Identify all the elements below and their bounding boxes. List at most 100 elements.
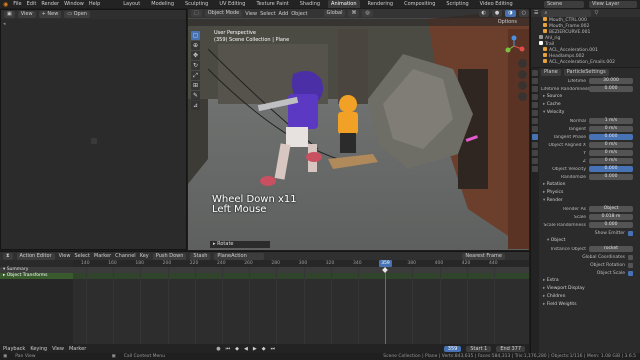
zoom-icon[interactable] bbox=[518, 59, 527, 68]
object-tab-icon[interactable] bbox=[532, 118, 538, 124]
particles-tab-icon[interactable] bbox=[532, 134, 538, 140]
physics-tab-icon[interactable] bbox=[532, 142, 538, 148]
workspace-tab-layout[interactable]: Layout bbox=[120, 0, 143, 8]
playhead-frame-label[interactable]: 359 bbox=[379, 260, 392, 267]
particle-settings-field[interactable]: ParticleSettings bbox=[563, 69, 609, 76]
menu-help[interactable]: Help bbox=[89, 1, 100, 7]
snap-icon[interactable]: ⌘ bbox=[348, 10, 360, 17]
open-image-button[interactable]: ▭ Open bbox=[64, 11, 90, 18]
add-menu[interactable]: Add bbox=[279, 11, 289, 17]
pan-icon[interactable] bbox=[518, 70, 527, 79]
channel-menu[interactable]: Channel bbox=[115, 253, 136, 259]
marker-menu[interactable]: Marker bbox=[94, 253, 111, 259]
constraints-tab-icon[interactable] bbox=[532, 150, 538, 156]
shading-material-icon[interactable]: ◑ bbox=[505, 10, 516, 17]
transform-orientation-dropdown[interactable]: Global bbox=[323, 10, 346, 17]
section-viewport-display[interactable]: Viewport Display bbox=[541, 285, 640, 293]
section-object[interactable]: Object bbox=[541, 237, 640, 245]
render-tab-icon[interactable] bbox=[532, 78, 538, 84]
camera-icon[interactable] bbox=[518, 81, 527, 90]
tool-tab-icon[interactable] bbox=[532, 70, 538, 76]
material-tab-icon[interactable] bbox=[532, 166, 538, 172]
cursor-icon[interactable]: ⊕ bbox=[191, 41, 200, 50]
end-frame-field[interactable]: End 377 bbox=[496, 345, 525, 352]
filter-icon[interactable]: ▽ bbox=[594, 10, 598, 16]
workspace-tab-sculpting[interactable]: Sculpting bbox=[182, 0, 211, 8]
menu-file[interactable]: File bbox=[13, 1, 21, 7]
navigation-gizmo[interactable] bbox=[503, 35, 525, 57]
section-source[interactable]: Source bbox=[541, 93, 640, 101]
workspace-tab-modeling[interactable]: Modeling bbox=[148, 0, 177, 8]
editor-type-icon[interactable]: ☰ bbox=[534, 10, 538, 16]
workspace-tab-shading[interactable]: Shading bbox=[297, 0, 323, 8]
data-tab-icon[interactable] bbox=[532, 158, 538, 164]
section-velocity[interactable]: Velocity bbox=[541, 109, 640, 117]
section-extra[interactable]: Extra bbox=[541, 277, 640, 285]
outliner-search-input[interactable]: ⌕ bbox=[541, 9, 592, 17]
view-menu[interactable]: View bbox=[245, 11, 257, 17]
workspace-tab-video-editing[interactable]: Video Editing bbox=[477, 0, 516, 8]
velocity-field[interactable]: 0 m/s bbox=[589, 158, 633, 164]
workspace-tab-animation[interactable]: Animation bbox=[328, 0, 360, 8]
global-coordinates-checkbox[interactable] bbox=[628, 254, 633, 260]
velocity-field[interactable]: 0.000 bbox=[589, 166, 633, 172]
scale-field[interactable]: 0.018 m bbox=[589, 214, 633, 220]
menu-render[interactable]: Render bbox=[41, 1, 59, 7]
section-children[interactable]: Children bbox=[541, 293, 640, 301]
keying-menu[interactable]: Keying bbox=[30, 346, 47, 352]
outliner-item[interactable]: ACL_Acceleration_Emails.002 bbox=[531, 59, 640, 65]
menu-edit[interactable]: Edit bbox=[27, 1, 37, 7]
workspace-tab-compositing[interactable]: Compositing bbox=[401, 0, 438, 8]
world-tab-icon[interactable] bbox=[532, 110, 538, 116]
view-menu[interactable]: View bbox=[52, 346, 64, 352]
visibility-icon[interactable]: ◐ bbox=[478, 10, 489, 17]
move-icon[interactable]: ✥ bbox=[191, 51, 200, 60]
jump-start-icon[interactable]: ⏮ bbox=[226, 346, 231, 352]
key-menu[interactable]: Key bbox=[140, 253, 149, 259]
select-box-icon[interactable]: ▢ bbox=[191, 31, 200, 40]
options-dropdown[interactable]: Options bbox=[498, 19, 517, 25]
blender-logo-icon[interactable]: ◉ bbox=[3, 1, 8, 8]
play-reverse-icon[interactable]: ◀ bbox=[244, 346, 248, 352]
mode-dropdown[interactable]: Action Editor bbox=[16, 252, 55, 260]
show-emitter-checkbox[interactable] bbox=[628, 230, 633, 236]
transform-icon[interactable]: ⊞ bbox=[191, 81, 200, 90]
marker-menu[interactable]: Marker bbox=[69, 346, 86, 352]
snapping-dropdown[interactable]: Nearest Frame bbox=[462, 252, 505, 260]
velocity-field[interactable]: 0 m/s bbox=[589, 150, 633, 156]
velocity-field[interactable]: 0 m/s bbox=[589, 126, 633, 132]
record-icon[interactable]: ● bbox=[216, 346, 220, 352]
play-icon[interactable]: ▶ bbox=[253, 346, 257, 352]
editor-type-icon[interactable]: ▣ bbox=[4, 11, 15, 18]
object-menu[interactable]: Object bbox=[291, 11, 307, 17]
object-rotation-checkbox[interactable] bbox=[628, 262, 633, 268]
velocity-field[interactable]: 1 m/s bbox=[589, 118, 633, 124]
output-tab-icon[interactable] bbox=[532, 86, 538, 92]
scene-tab-icon[interactable] bbox=[532, 102, 538, 108]
view-layer-selector[interactable]: View Layer bbox=[589, 0, 637, 8]
section-field-weights[interactable]: Field Weights bbox=[541, 301, 640, 309]
sidebar-toggle-icon[interactable] bbox=[91, 138, 97, 144]
playback-menu[interactable]: Playback bbox=[3, 346, 25, 352]
shading-solid-icon[interactable]: ● bbox=[491, 10, 503, 17]
editor-type-icon[interactable]: ⬚ bbox=[191, 10, 202, 17]
new-image-button[interactable]: + New bbox=[38, 11, 62, 18]
next-key-icon[interactable]: ◆ bbox=[262, 346, 266, 352]
object-scale-checkbox[interactable] bbox=[628, 270, 633, 276]
grid-icon[interactable] bbox=[518, 92, 527, 101]
scale-randomness-field[interactable]: 0.000 bbox=[589, 222, 633, 228]
view-menu[interactable]: View bbox=[59, 253, 71, 259]
mode-dropdown[interactable]: Object Mode bbox=[204, 10, 243, 17]
select-menu[interactable]: Select bbox=[74, 253, 89, 259]
instance-object-field[interactable]: rocket bbox=[589, 246, 633, 252]
measure-icon[interactable]: ⊿ bbox=[191, 101, 200, 110]
workspace-tab-rendering[interactable]: Rendering bbox=[365, 0, 397, 8]
section-cache[interactable]: Cache bbox=[541, 101, 640, 109]
action-selector[interactable]: PlaneAction bbox=[214, 252, 265, 260]
scene-selector[interactable]: Scene bbox=[544, 0, 584, 8]
prev-key-icon[interactable]: ◆ bbox=[235, 346, 239, 352]
workspace-tab-scripting[interactable]: Scripting bbox=[443, 0, 471, 8]
lifetime-randomness-field[interactable]: 0.000 bbox=[589, 86, 633, 92]
editor-type-icon[interactable]: ⧗ bbox=[3, 252, 13, 260]
stash-button[interactable]: Stash bbox=[190, 252, 211, 260]
